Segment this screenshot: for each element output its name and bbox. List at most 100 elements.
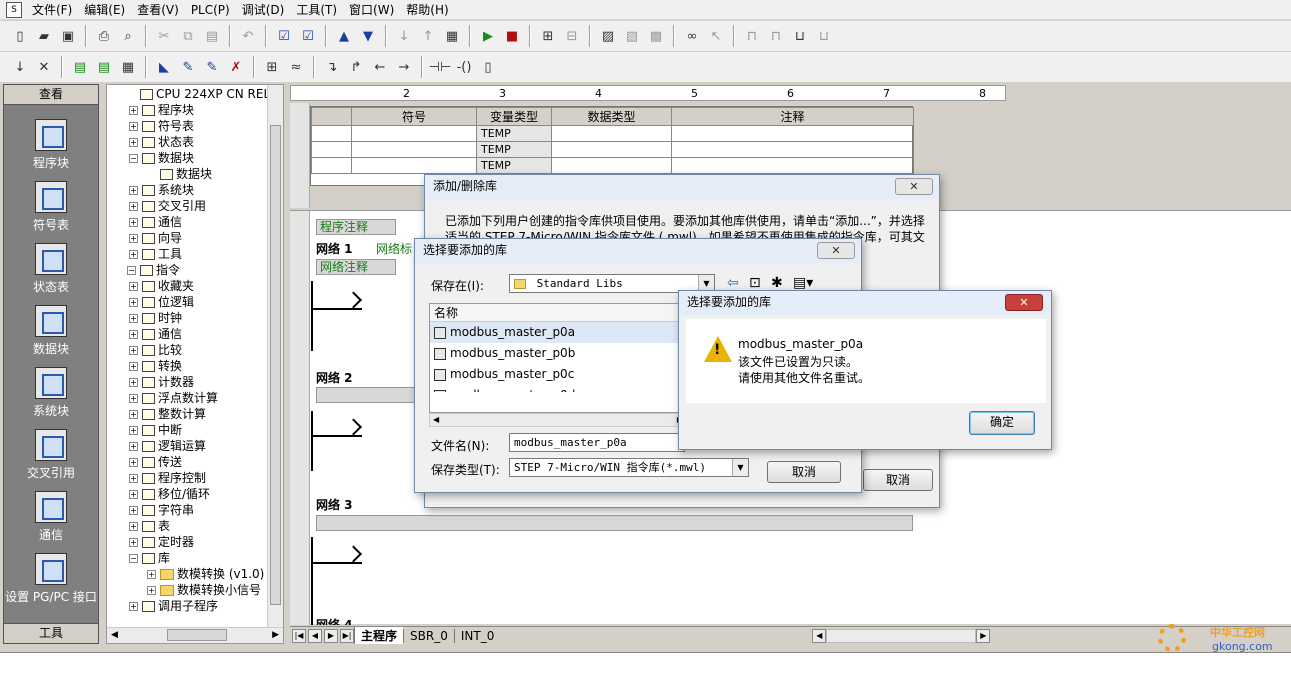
editor-horizontal-scrollbar[interactable] [826,628,977,643]
lock-icon[interactable]: ⊓ [742,26,762,46]
write-all-icon[interactable]: ▩ [646,26,666,46]
scroll-right-icon[interactable]: ▶ [976,628,991,643]
network-1-title[interactable]: 网络 1 [316,240,353,257]
symbol-cell[interactable] [351,157,477,174]
expand-icon[interactable]: + [129,410,138,419]
expand-icon[interactable]: + [129,362,138,371]
tree-item[interactable]: + 表 [129,518,170,534]
expand-icon[interactable]: + [147,570,156,579]
menu-help[interactable]: 帮助(H) [400,1,454,18]
network-1-comment[interactable]: 网络注释 [316,259,396,275]
line-down-icon[interactable]: ↴ [322,57,342,77]
remove-bookmarks-icon[interactable]: ✗ [226,57,246,77]
nav-set-pg-pc-interface[interactable]: 设置 PG/PC 接口 [4,553,98,605]
sort-ascending-icon[interactable]: ↓ [394,26,414,46]
tree-item[interactable]: + 移位/循环 [129,486,210,502]
expand-icon[interactable]: + [129,330,138,339]
col-header-data-type[interactable]: 数据类型 [551,107,672,126]
options-icon[interactable]: ▦ [442,26,462,46]
expand-icon[interactable]: + [129,298,138,307]
pointer-icon[interactable]: ↖ [706,26,726,46]
col-header-name[interactable]: 名称 [430,304,686,322]
tree-item[interactable]: − 数据块 [129,150,194,166]
col-header-comment[interactable]: 注释 [671,107,914,126]
scroll-thumb[interactable] [270,125,281,605]
col-header-var-type[interactable]: 变量类型 [476,107,552,126]
symbol-cell[interactable] [351,125,477,142]
single-read-icon[interactable]: ▧ [622,26,642,46]
scroll-left-icon[interactable]: ◀ [111,628,118,642]
rung-network-3[interactable] [312,562,362,564]
var-type-cell[interactable]: TEMP [476,141,552,158]
tree-item[interactable]: + 中断 [129,422,182,438]
tree-item[interactable]: + 定时器 [129,534,194,550]
expand-icon[interactable]: + [129,282,138,291]
next-bookmark-icon[interactable]: ✎ [178,57,198,77]
new-folder-icon[interactable]: ✱ [771,275,783,291]
symbol-cell[interactable] [351,141,477,158]
expand-icon[interactable]: + [129,490,138,499]
line-up-icon[interactable]: ↱ [346,57,366,77]
tree-item[interactable]: CPU 224XP CN REL [127,86,270,102]
cancel-button[interactable]: 取消 [863,469,933,491]
tab-int0[interactable]: INT_0 [453,628,500,643]
expand-icon[interactable]: + [129,234,138,243]
collapse-icon[interactable]: − [127,266,136,275]
expand-icon[interactable]: + [129,394,138,403]
comment-cell[interactable] [671,141,914,158]
cut-icon[interactable]: ✂ [154,26,174,46]
download-icon[interactable]: ▼ [358,26,378,46]
list-item[interactable]: modbus_master_p0a [430,322,686,343]
program-status-icon[interactable]: ⊞ [538,26,558,46]
expand-icon[interactable]: + [129,538,138,547]
stop-icon[interactable]: ■ [502,26,522,46]
data-type-cell[interactable] [551,157,672,174]
comment-cell[interactable] [671,125,914,142]
close-icon[interactable]: ✕ [1005,294,1043,311]
tree-item[interactable]: + 数模转换小信号 [147,582,261,598]
expand-icon[interactable]: + [129,202,138,211]
open-folder-icon[interactable]: ▰ [34,26,54,46]
cancel-button[interactable]: 取消 [767,461,841,483]
tab-sbr0[interactable]: SBR_0 [403,628,454,643]
expand-icon[interactable]: + [129,522,138,531]
view-menu-icon[interactable]: ▤▾ [793,275,813,291]
data-type-cell[interactable] [551,141,672,158]
expand-icon[interactable]: + [129,474,138,483]
contact-icon[interactable]: ⊣⊢ [429,57,452,77]
box-icon[interactable]: ▯ [478,57,498,77]
tree-item[interactable]: + 程序块 [129,102,194,118]
collapse-icon[interactable]: − [129,154,138,163]
glasses-icon[interactable]: ∞ [682,26,702,46]
tree-item[interactable]: + 转换 [129,358,182,374]
nav-symbol-table[interactable]: 符号表 [4,181,98,233]
chevron-down-icon[interactable]: ▼ [732,459,748,476]
paste-icon[interactable]: ▤ [202,26,222,46]
menu-file[interactable]: 文件(F) [26,1,78,18]
next-tab-icon[interactable]: ▶ [324,628,338,643]
scroll-thumb[interactable] [167,629,227,641]
coil-icon[interactable]: -() [454,57,474,77]
tree-item[interactable]: + 状态表 [129,134,194,150]
var-type-cell[interactable]: TEMP [476,125,552,142]
table-row[interactable]: TEMP [311,157,914,174]
toggle-bookmark-icon[interactable]: ◣ [154,57,174,77]
tree-item[interactable]: 数据块 [147,166,212,182]
navigation-bar-header[interactable]: 查看 [4,85,98,105]
close-icon[interactable]: ✕ [817,242,855,259]
save-icon[interactable]: ▣ [58,26,78,46]
tree-vertical-scrollbar[interactable] [267,85,283,627]
tree-item[interactable]: + 收藏夹 [129,278,194,294]
expand-icon[interactable]: + [129,138,138,147]
rung-network-1[interactable] [312,308,362,310]
data-type-cell[interactable] [551,125,672,142]
nav-system-block[interactable]: 系统块 [4,367,98,419]
table-row[interactable]: TEMP [311,125,914,142]
tree-item[interactable]: + 程序控制 [129,470,206,486]
expand-icon[interactable]: + [129,186,138,195]
expand-icon[interactable]: + [129,458,138,467]
tree-horizontal-scrollbar[interactable]: ◀ ▶ [107,627,283,643]
undo-icon[interactable]: ↶ [238,26,258,46]
sort-descending-icon[interactable]: ↑ [418,26,438,46]
scroll-left-icon[interactable]: ◀ [433,414,439,426]
